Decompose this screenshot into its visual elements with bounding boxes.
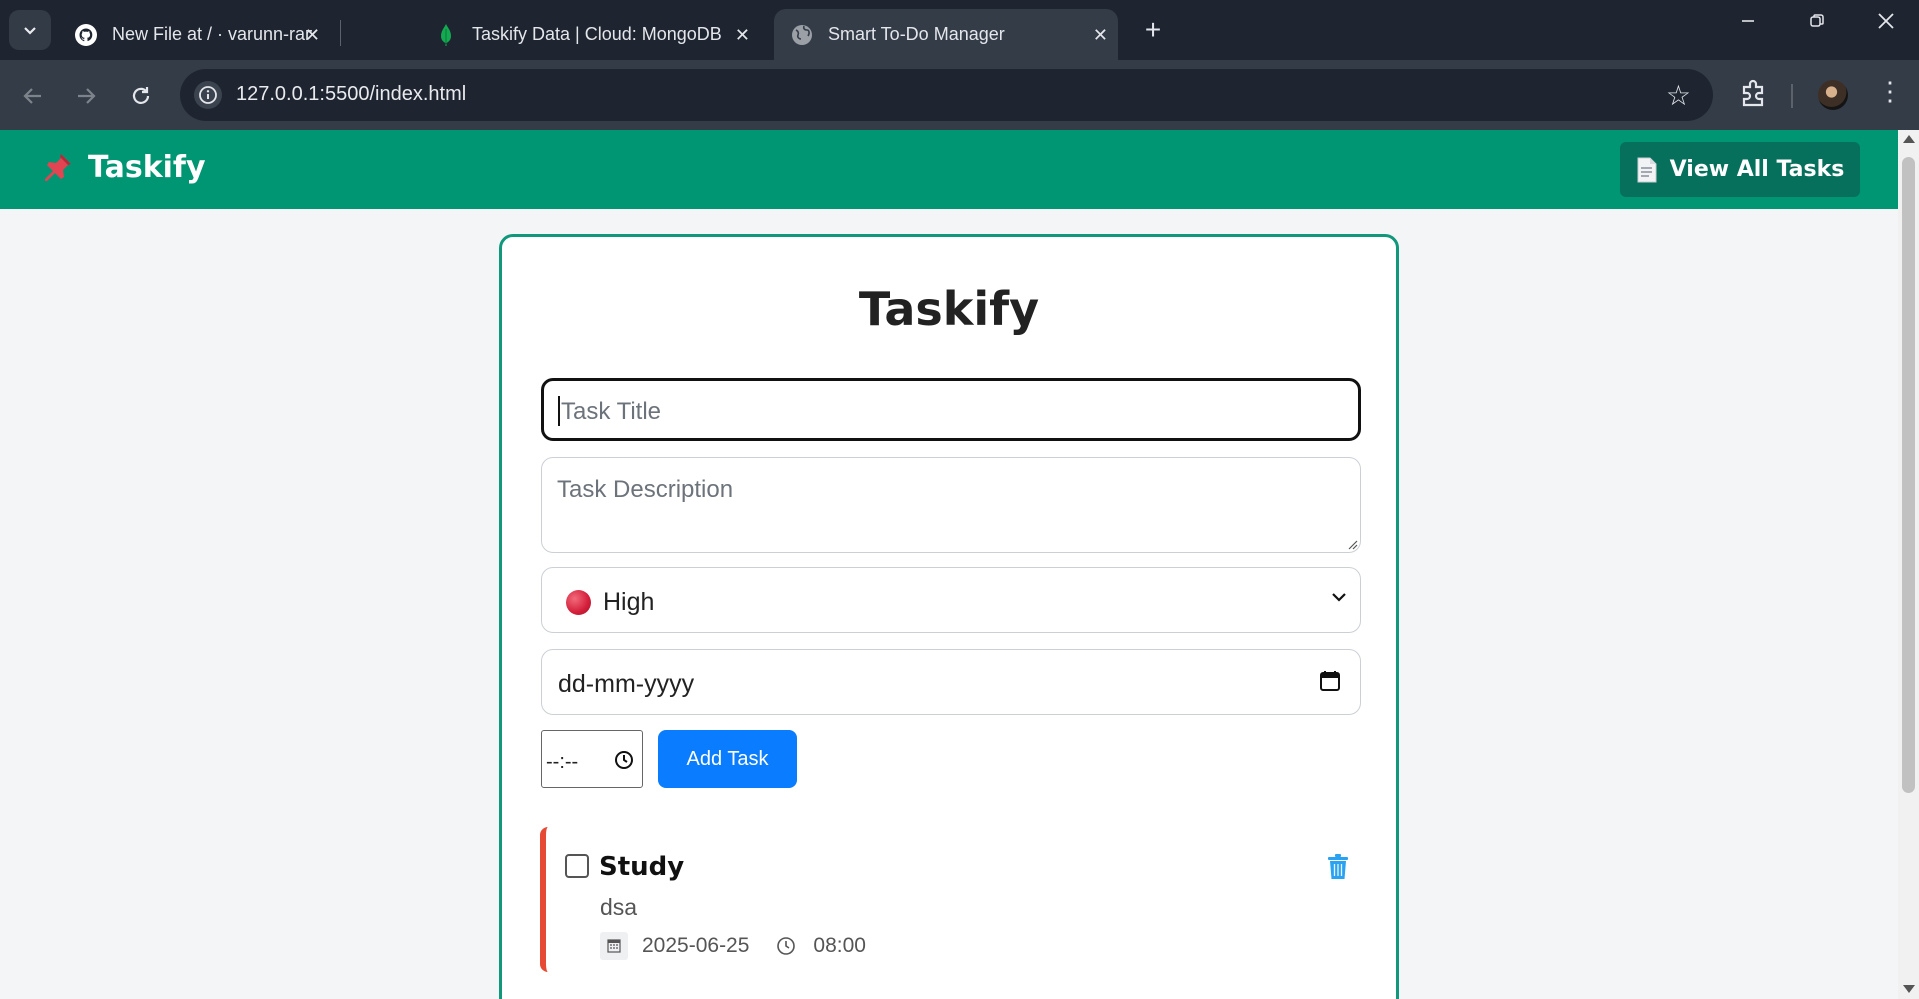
date-placeholder: dd-mm-yyyy — [558, 670, 695, 698]
new-tab-plus-icon[interactable]: + — [1138, 14, 1168, 46]
task-title: Study — [599, 852, 685, 882]
task-list-item: Study dsa 2025-06-25 08:00 — [540, 827, 1360, 972]
github-icon — [74, 23, 98, 47]
browser-tab-bar: New File at / · varunn-ranaa/Taskify ✕ T… — [0, 0, 1919, 60]
app-navbar: Taskify View All Tasks — [0, 130, 1898, 209]
browser-toolbar: 127.0.0.1:5500/index.html ☆ ⋮ — [0, 60, 1919, 130]
time-placeholder: --:-- — [546, 751, 579, 773]
close-tab-icon[interactable]: ✕ — [305, 25, 320, 46]
view-all-tasks-button[interactable]: View All Tasks — [1620, 142, 1860, 197]
task-meta: 2025-06-25 08:00 — [600, 932, 866, 960]
text-caret — [558, 396, 560, 426]
tab-title: Taskify Data | Cloud: MongoDB Cloud — [472, 24, 722, 44]
minimize-icon[interactable] — [1728, 12, 1768, 35]
task-description-textarea[interactable]: Task Description — [541, 457, 1361, 553]
task-form-card: Taskify Task Title Task Description High… — [499, 234, 1399, 999]
trash-icon[interactable] — [1327, 854, 1349, 880]
page-scrollbar[interactable] — [1898, 130, 1919, 999]
pushpin-icon — [45, 153, 71, 181]
bookmark-star-icon[interactable]: ☆ — [1666, 79, 1691, 112]
back-arrow-icon[interactable] — [13, 76, 53, 116]
red-circle-icon — [566, 590, 591, 615]
add-task-button[interactable]: Add Task — [658, 730, 797, 788]
scrollbar-thumb[interactable] — [1902, 157, 1915, 793]
url-text: 127.0.0.1:5500/index.html — [236, 83, 467, 105]
scroll-down-arrow-icon[interactable] — [1903, 985, 1915, 993]
site-info-icon[interactable] — [194, 81, 222, 109]
calendar-icon — [600, 932, 628, 960]
page-viewport: Taskify View All Tasks Taskify Task Titl… — [0, 130, 1898, 999]
toolbar-divider — [1791, 84, 1793, 108]
browser-tab-active[interactable]: Smart To-Do Manager ✕ — [774, 9, 1118, 60]
document-icon — [1637, 157, 1657, 182]
task-title-placeholder: Task Title — [561, 398, 662, 425]
close-window-icon[interactable] — [1866, 12, 1906, 36]
extensions-puzzle-icon[interactable] — [1738, 77, 1774, 113]
browser-tab-mongodb[interactable]: Taskify Data | Cloud: MongoDB Cloud ✕ — [420, 9, 760, 60]
tab-title: Smart To-Do Manager — [828, 24, 1005, 44]
profile-avatar[interactable] — [1818, 80, 1848, 110]
task-time: 08:00 — [813, 934, 866, 957]
clock-icon — [777, 937, 796, 955]
app-brand[interactable]: Taskify — [40, 150, 206, 185]
priority-select[interactable]: High — [541, 567, 1361, 633]
priority-value: High — [603, 588, 655, 616]
due-date-input[interactable]: dd-mm-yyyy — [541, 649, 1361, 715]
task-title-input[interactable]: Task Title — [541, 378, 1361, 441]
tab-title: New File at / · varunn-ranaa/Taskify — [112, 24, 312, 44]
calendar-icon[interactable] — [1318, 669, 1342, 693]
due-time-input[interactable]: --:-- — [541, 730, 643, 788]
restore-icon[interactable] — [1797, 12, 1837, 35]
close-tab-icon[interactable]: ✕ — [1093, 25, 1108, 46]
task-date: 2025-06-25 — [642, 934, 750, 957]
browser-tab-github[interactable]: New File at / · varunn-ranaa/Taskify ✕ — [58, 9, 330, 60]
close-tab-icon[interactable]: ✕ — [735, 25, 750, 46]
task-description: dsa — [600, 894, 638, 920]
browser-menu-kebab-icon[interactable]: ⋮ — [1877, 76, 1903, 107]
forward-arrow-icon[interactable] — [66, 76, 106, 116]
task-complete-checkbox[interactable] — [565, 854, 589, 878]
page-title: Taskify — [858, 282, 1040, 336]
resize-handle-icon[interactable] — [1346, 538, 1358, 550]
address-bar[interactable]: 127.0.0.1:5500/index.html ☆ — [180, 69, 1713, 121]
clock-icon[interactable] — [614, 750, 634, 770]
chevron-down-icon — [1332, 593, 1346, 602]
scroll-up-arrow-icon[interactable] — [1903, 135, 1915, 143]
tab-divider — [340, 20, 341, 46]
task-description-placeholder: Task Description — [557, 476, 734, 503]
globe-icon — [790, 23, 814, 47]
reload-icon[interactable] — [121, 76, 161, 116]
view-all-tasks-label: View All Tasks — [1669, 157, 1845, 182]
brand-name: Taskify — [88, 150, 206, 185]
tab-search-chevron-icon[interactable] — [9, 10, 51, 50]
mongodb-leaf-icon — [434, 23, 458, 47]
